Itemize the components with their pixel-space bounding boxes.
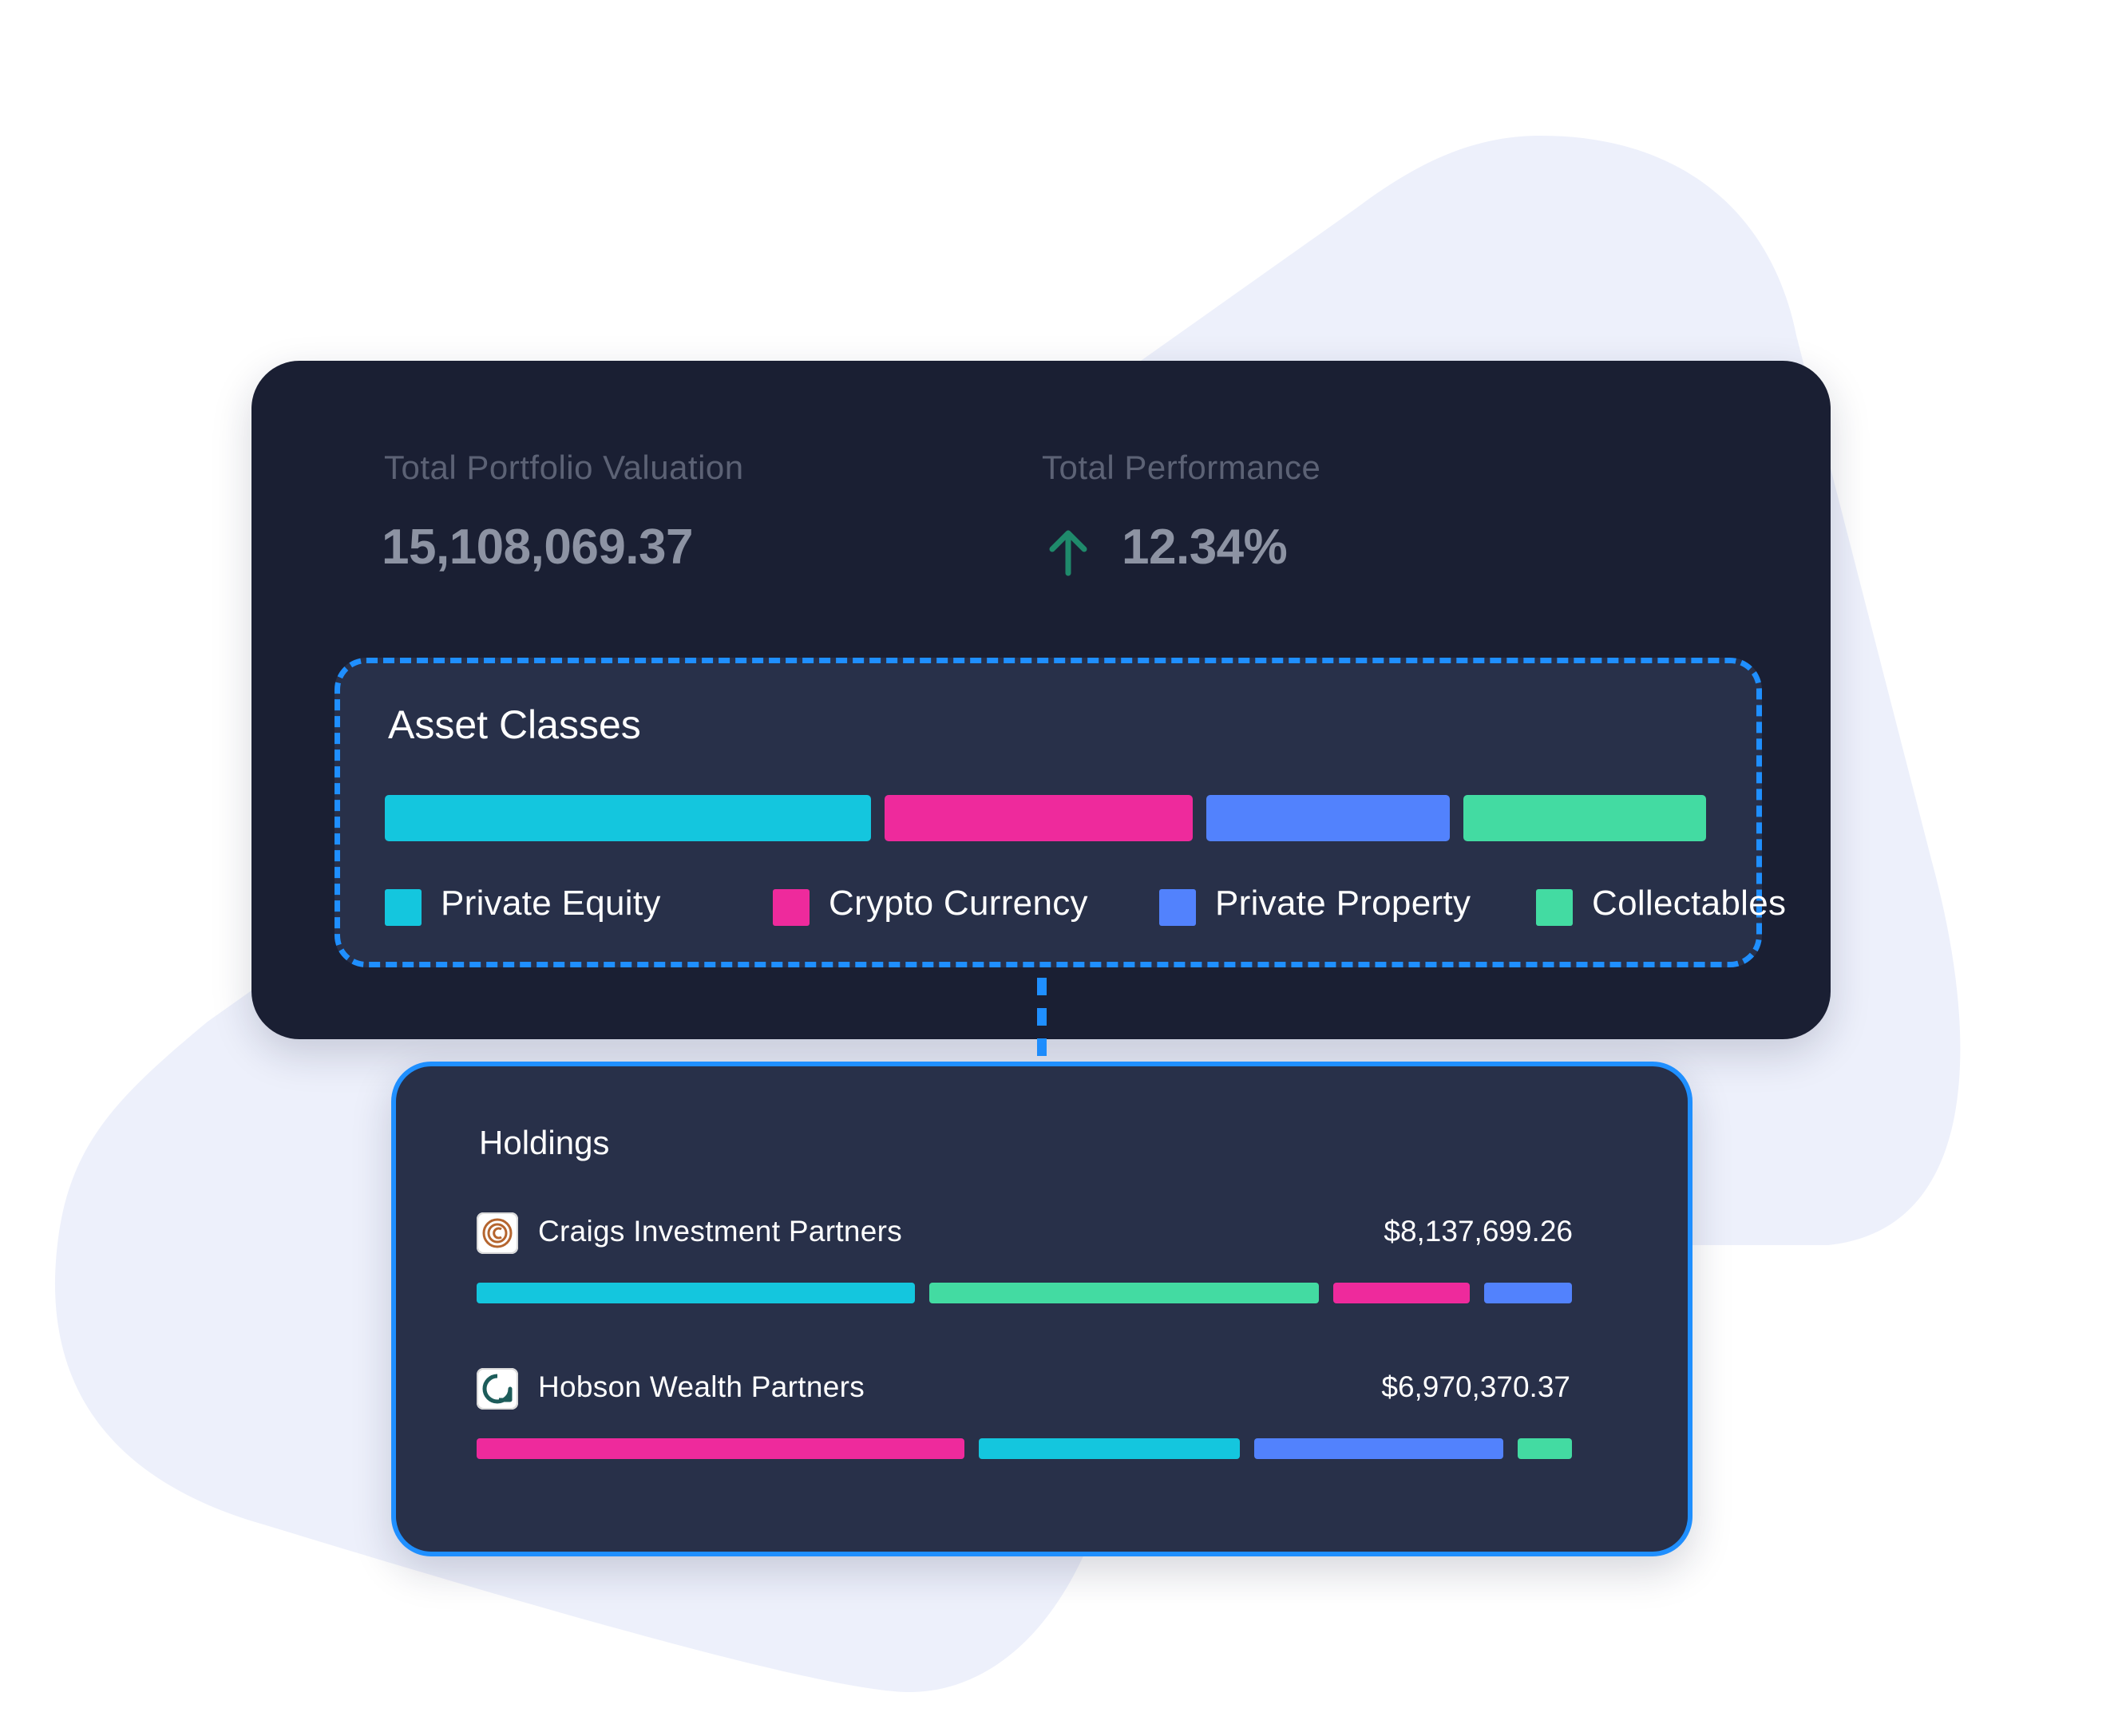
holding-name[interactable]: Hobson Wealth Partners [538,1370,865,1404]
holding-name[interactable]: Craigs Investment Partners [538,1215,902,1248]
asset-bar-segment [884,795,1194,841]
craigs-logo-icon [477,1212,518,1254]
holding-bar-segment [929,1283,1319,1303]
arrow-up-icon [1049,530,1087,576]
holdings-title: Holdings [479,1124,610,1161]
legend-swatch [773,889,810,926]
holding-bar-segment [1518,1438,1572,1459]
holding-bar-segment [1332,1283,1471,1303]
valuation-label: Total Portfolio Valuation [384,449,744,486]
holding-bar-segment [979,1438,1240,1459]
legend-swatch [1536,889,1573,926]
hobson-logo-icon [477,1368,518,1410]
holding-value: $6,970,370.37 [1381,1370,1570,1403]
holding-bar-segment [1484,1283,1572,1303]
performance-label: Total Performance [1042,449,1321,486]
holding-bar-segment [477,1283,916,1303]
legend-label: Crypto Currency [829,884,1088,923]
asset-bar-segment [1206,795,1450,841]
legend-label: Collectables [1592,884,1787,923]
legend-label: Private Equity [441,884,661,923]
legend-label: Private Property [1215,884,1471,923]
holding-bar-segment [1253,1438,1504,1459]
holding-value: $8,137,699.26 [1384,1215,1573,1248]
asset-classes-panel[interactable]: Asset Classes Private Equity Crypto Curre… [335,658,1786,967]
legend-swatch [385,889,422,926]
legend-swatch [1159,889,1196,926]
asset-bar-segment [1463,795,1706,841]
holding-bar-segment [477,1438,965,1459]
asset-classes-title: Asset Classes [388,702,641,747]
dashed-connector [1037,978,1047,1064]
holdings-card[interactable]: Holdings Craigs Investment Partners $8,1… [391,1062,1692,1556]
valuation-value: 15,108,069.37 [382,520,694,575]
performance-value: 12.34% [1122,520,1288,575]
asset-bar-segment [385,795,871,841]
portfolio-summary-card: Total Portfolio Valuation 15,108,069.37 … [251,361,1831,1039]
